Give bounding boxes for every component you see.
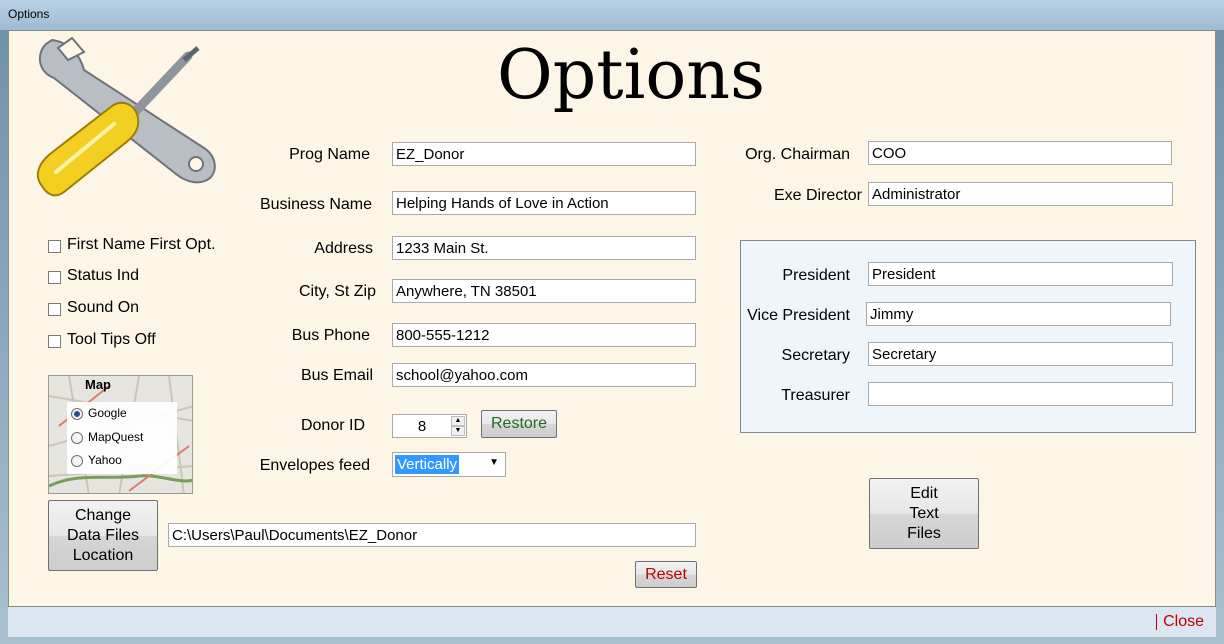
map-radio-yahoo[interactable]: Yahoo [71,452,181,470]
button-line: Data Files [66,526,140,544]
button-line: Files [907,524,941,542]
spin-down-icon[interactable]: ▼ [451,426,465,436]
window-title: Options [8,7,50,21]
bus-email-label: Bus Email [300,367,373,384]
button-line: Edit [910,484,938,502]
button-line: Change [74,506,132,524]
first-name-first-checkbox[interactable]: First Name First Opt. [48,236,215,256]
checkbox-box[interactable] [48,303,61,316]
sound-on-checkbox[interactable]: Sound On [48,299,208,319]
data-path-input[interactable] [168,523,696,547]
vice-president-label: Vice President [747,307,850,324]
radio-dot[interactable] [71,432,83,444]
page-title: Options [497,36,765,115]
checkbox-box[interactable] [48,271,61,284]
checkbox-box[interactable] [48,335,61,348]
bus-email-input[interactable] [392,363,696,387]
president-input[interactable] [868,262,1173,286]
tool-tips-off-label: Tool Tips Off [67,331,156,348]
business-name-input[interactable] [392,191,696,215]
bus-phone-label: Bus Phone [291,327,370,344]
map-label: Map [85,377,111,392]
org-chairman-label: Org. Chairman [745,146,850,163]
envelopes-feed-value[interactable]: Vertically [395,455,460,474]
prog-name-label: Prog Name [289,146,370,163]
treasurer-input[interactable] [868,382,1173,406]
close-link[interactable]: Close [1156,614,1204,630]
president-label: President [782,267,850,284]
tool-tips-off-checkbox[interactable]: Tool Tips Off [48,331,208,351]
secretary-input[interactable] [868,342,1173,366]
sound-on-label: Sound On [67,299,140,316]
edit-text-files-button[interactable]: Edit Text Files [869,478,979,549]
address-label: Address [314,240,373,257]
radio-label: Google [88,406,127,420]
radio-dot[interactable] [71,455,83,467]
chevron-down-icon[interactable]: ▼ [489,457,499,468]
treasurer-label: Treasurer [781,387,850,404]
map-radio-google[interactable]: Google [71,405,181,423]
map-radio-group: Google MapQuest Yahoo [67,402,177,474]
restore-button[interactable]: Restore [481,410,557,438]
title-bar: Options [0,0,1224,30]
envelopes-feed-select[interactable]: Vertically ▼ [392,452,506,477]
radio-dot[interactable] [71,408,83,420]
org-chairman-input[interactable] [868,141,1172,165]
status-bar: Close [8,607,1216,637]
status-ind-label: Status Ind [67,267,140,284]
donor-id-stepper[interactable]: 8 ▲ ▼ [392,414,467,438]
button-line: Text [909,504,939,522]
checkbox-box[interactable] [48,240,61,253]
secretary-label: Secretary [781,347,850,364]
first-name-first-label: First Name First Opt. [67,236,216,253]
vice-president-input[interactable] [866,302,1171,326]
business-name-label: Business Name [259,196,372,213]
radio-label: Yahoo [88,453,122,467]
donor-id-label: Donor ID [300,417,365,434]
address-input[interactable] [392,236,696,260]
exe-director-input[interactable] [868,182,1173,206]
exe-director-label: Exe Director [773,187,862,204]
tools-icon [36,36,216,197]
prog-name-input[interactable] [392,142,696,166]
map-radio-mapquest[interactable]: MapQuest [71,429,181,447]
map-selector: Map Google MapQuest Yahoo [48,375,193,494]
status-ind-checkbox[interactable]: Status Ind [48,267,208,287]
spin-up-icon[interactable]: ▲ [451,416,465,426]
donor-id-value[interactable]: 8 [393,418,451,435]
envelopes-feed-label: Envelopes feed [259,457,370,474]
city-st-zip-label: City, St Zip [298,283,376,300]
city-st-zip-input[interactable] [392,279,696,303]
radio-label: MapQuest [88,430,144,444]
button-line: Location [72,546,134,564]
reset-button[interactable]: Reset [635,561,697,588]
bus-phone-input[interactable] [392,323,696,347]
change-data-files-location-button[interactable]: Change Data Files Location [48,500,158,571]
